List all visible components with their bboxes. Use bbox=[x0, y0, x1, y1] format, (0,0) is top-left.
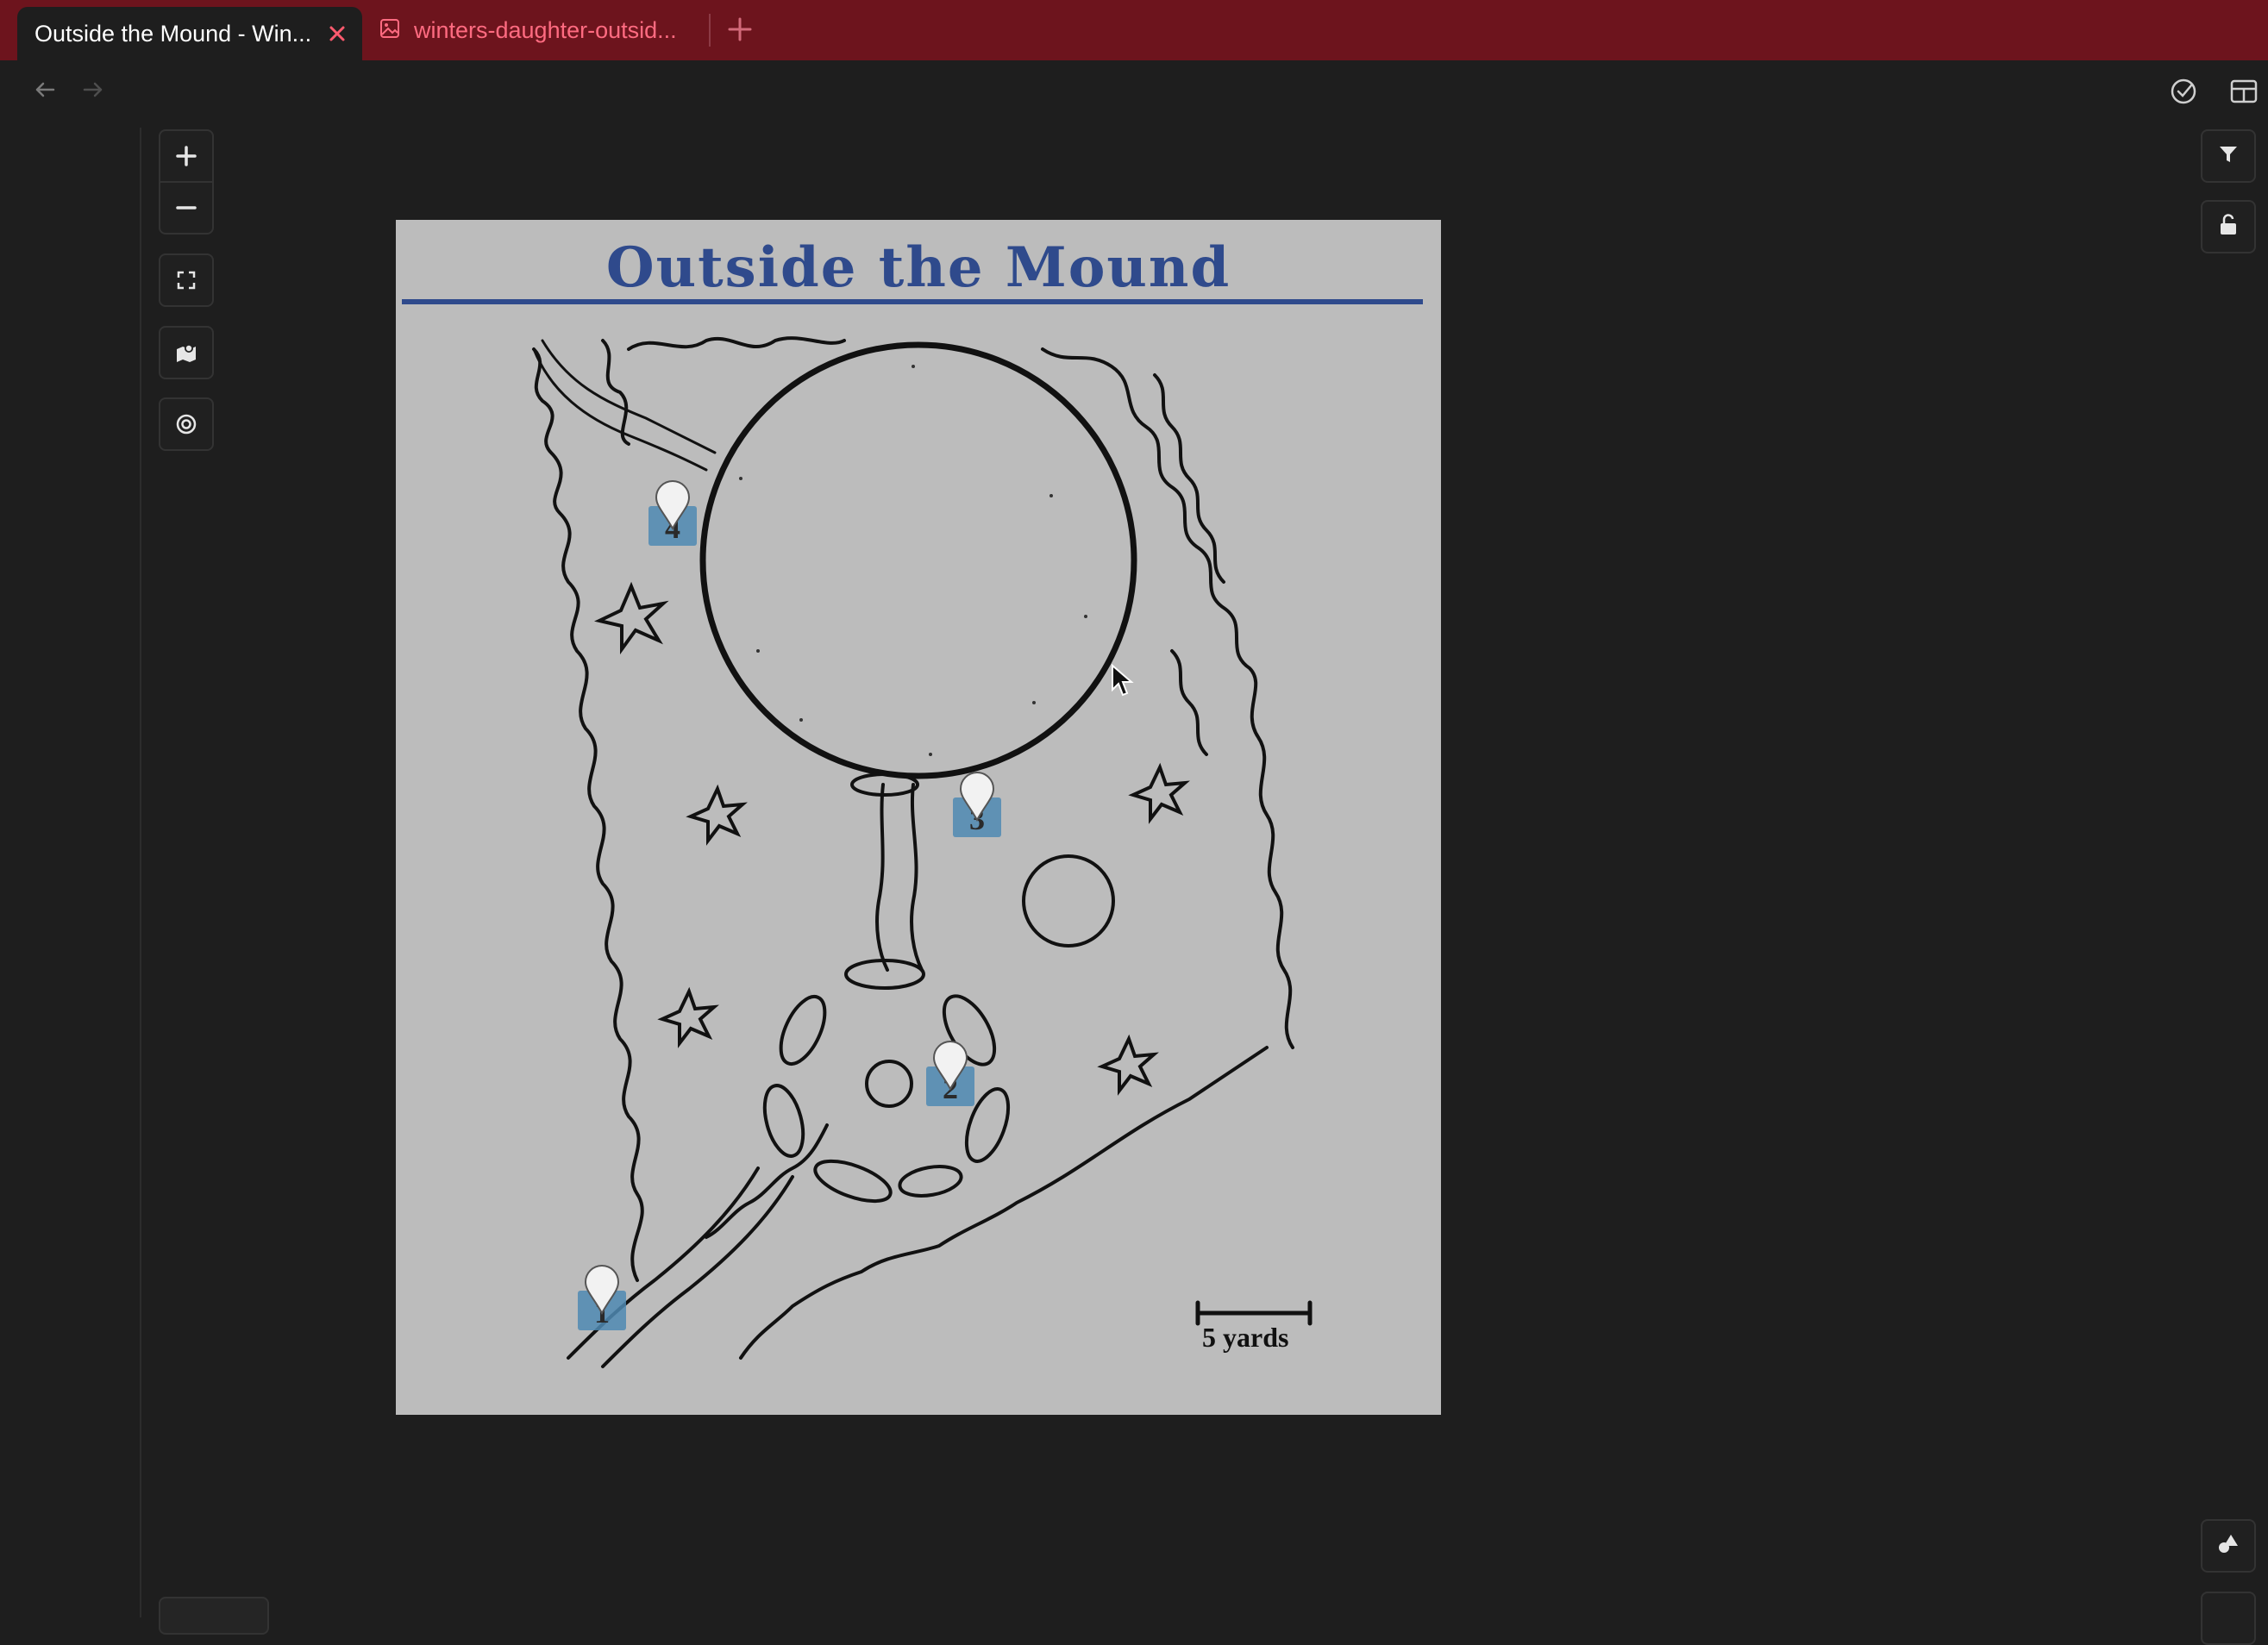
close-icon[interactable] bbox=[326, 22, 348, 45]
tab-title: winters-daughter-outsid... bbox=[414, 16, 677, 43]
target-icon bbox=[160, 399, 212, 449]
map-layers-button[interactable] bbox=[159, 326, 214, 379]
map-pin-icon bbox=[584, 1265, 620, 1315]
plus-icon[interactable] bbox=[724, 12, 755, 47]
map-pin-icon bbox=[932, 1041, 968, 1091]
secondary-button[interactable] bbox=[2201, 1592, 2256, 1645]
map-pin-icon bbox=[959, 772, 995, 822]
map-image[interactable]: Outside the Mound 5 yards bbox=[396, 220, 1441, 1415]
shapes-icon bbox=[2216, 1532, 2240, 1561]
filter-icon bbox=[2217, 143, 2240, 170]
map-marker[interactable]: 2 bbox=[926, 1041, 974, 1106]
map-marker[interactable]: 1 bbox=[578, 1265, 626, 1330]
unlock-icon bbox=[2217, 213, 2240, 241]
expand-icon bbox=[160, 255, 212, 305]
tab-outside-the-mound[interactable]: Outside the Mound - Win... bbox=[17, 7, 362, 60]
arrow-right-icon[interactable] bbox=[79, 76, 107, 103]
status-pill bbox=[159, 1597, 269, 1635]
map-drawing bbox=[532, 336, 1313, 1368]
map-marker[interactable]: 3 bbox=[953, 772, 1001, 837]
lock-button[interactable] bbox=[2201, 200, 2256, 253]
filter-button[interactable] bbox=[2201, 129, 2256, 183]
image-file-icon bbox=[379, 18, 400, 43]
fullscreen-button[interactable] bbox=[159, 253, 214, 307]
tab-divider bbox=[709, 14, 711, 47]
shapes-button[interactable] bbox=[2201, 1519, 2256, 1573]
tab-title: Outside the Mound - Win... bbox=[34, 20, 312, 47]
scale-label: 5 yards bbox=[1202, 1322, 1289, 1353]
sidebar-divider bbox=[140, 128, 141, 1617]
minus-icon[interactable] bbox=[160, 183, 212, 233]
tab-bar: Outside the Mound - Win... winters-daugh… bbox=[0, 0, 2268, 60]
arrow-left-icon[interactable] bbox=[31, 76, 59, 103]
map-pin-icon bbox=[160, 328, 212, 378]
map-marker[interactable]: 4 bbox=[648, 480, 697, 546]
locate-button[interactable] bbox=[159, 397, 214, 451]
tab-image-file[interactable]: winters-daughter-outsid... bbox=[379, 0, 707, 60]
plus-icon[interactable] bbox=[160, 131, 212, 181]
layout-icon[interactable] bbox=[2228, 76, 2259, 107]
cursor-icon bbox=[1111, 663, 1135, 703]
zoom-control bbox=[159, 129, 214, 235]
check-circle-icon[interactable] bbox=[2168, 76, 2199, 107]
map-pin-icon bbox=[655, 480, 691, 530]
